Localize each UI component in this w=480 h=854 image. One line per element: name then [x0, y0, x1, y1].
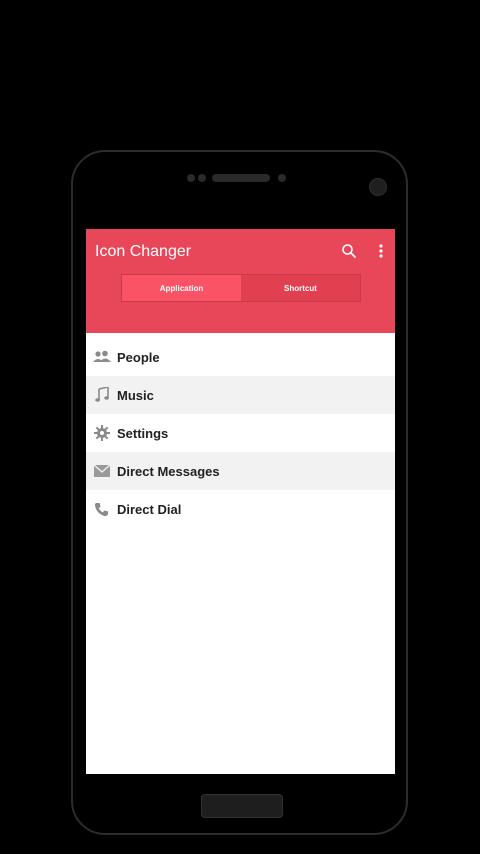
list-item-label: People	[117, 349, 160, 365]
list-item-label: Direct Messages	[117, 463, 220, 479]
music-note-icon	[86, 387, 117, 403]
tab-shortcut[interactable]: Shortcut	[241, 275, 360, 301]
overflow-menu-icon[interactable]	[375, 243, 387, 264]
list-item-label: Music	[117, 387, 154, 403]
list-item-label: Direct Dial	[117, 501, 182, 517]
list-item-label: Settings	[117, 425, 169, 441]
list-item-people[interactable]: People	[86, 338, 395, 376]
app-title: Icon Changer	[95, 243, 192, 260]
app-list: People Music Settings Direct Messages Di…	[86, 333, 395, 528]
search-icon[interactable]	[341, 243, 357, 264]
home-button[interactable]	[201, 794, 283, 818]
speaker-grille	[212, 174, 270, 182]
envelope-icon	[86, 465, 117, 477]
app-bar: Icon Changer Application Shortcut	[86, 229, 395, 333]
list-item-settings[interactable]: Settings	[86, 414, 395, 452]
sensor-dot	[198, 174, 206, 182]
sensor-dot	[187, 174, 195, 182]
list-item-music[interactable]: Music	[86, 376, 395, 414]
phone-icon	[86, 502, 117, 517]
people-icon	[86, 350, 117, 364]
list-item-direct-dial[interactable]: Direct Dial	[86, 490, 395, 528]
tab-bar: Application Shortcut	[121, 274, 361, 302]
list-item-direct-messages[interactable]: Direct Messages	[86, 452, 395, 490]
sensor-dot	[278, 174, 286, 182]
tab-application[interactable]: Application	[122, 275, 241, 301]
front-camera	[369, 178, 387, 196]
gear-icon	[86, 425, 117, 441]
app-screen: Icon Changer Application Shortcut People…	[86, 229, 395, 774]
